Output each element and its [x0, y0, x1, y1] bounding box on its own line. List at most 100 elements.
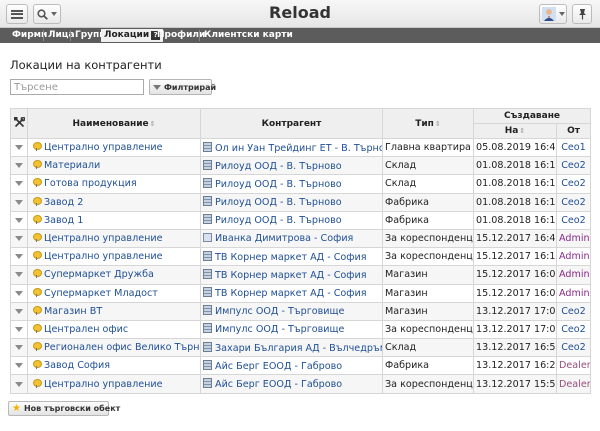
- location-cell[interactable]: Готова продукция: [27, 174, 201, 194]
- location-cell[interactable]: Материали: [27, 156, 201, 176]
- table-row[interactable]: Централно управление ТВ Корнер маркет АД …: [10, 247, 591, 267]
- location-name-link[interactable]: Супермаркет Дружба: [44, 269, 154, 280]
- row-expand-toggle[interactable]: [10, 374, 28, 394]
- counterparty-link[interactable]: Ол ин Уан Трейдинг ЕТ - В. Търново: [215, 143, 382, 154]
- row-expand-toggle[interactable]: [10, 156, 28, 176]
- location-name-link[interactable]: Централно управление: [44, 379, 163, 390]
- row-expand-toggle[interactable]: [10, 137, 28, 158]
- table-row[interactable]: Завод София Айс Берг ЕООД - Габрово Фабрик…: [10, 356, 591, 376]
- row-expand-toggle[interactable]: [10, 283, 28, 303]
- location-name-link[interactable]: Централно управление: [44, 142, 163, 153]
- row-expand-toggle[interactable]: [10, 228, 28, 249]
- table-row[interactable]: Магазин ВТ Импулс ООД - Търговище Магазин 1…: [10, 301, 591, 321]
- created-by-link[interactable]: Admin: [556, 265, 591, 285]
- type-column-header[interactable]: Тип⇕: [382, 108, 474, 139]
- search-input[interactable]: [10, 79, 144, 95]
- counterparty-cell[interactable]: ТВ Корнер маркет АД - София: [200, 283, 383, 303]
- counterparty-link[interactable]: ТВ Корнер маркет АД - София: [215, 288, 367, 299]
- location-cell[interactable]: Централно управление: [27, 137, 201, 158]
- location-name-link[interactable]: Завод 2: [44, 197, 83, 208]
- counterparty-link[interactable]: Рилоуд ООД - В. Търново: [215, 161, 342, 172]
- counterparty-link[interactable]: ТВ Корнер маркет АД - София: [215, 252, 367, 263]
- counterparty-cell[interactable]: Айс Берг ЕООД - Габрово: [200, 356, 383, 376]
- row-expand-toggle[interactable]: [10, 210, 28, 230]
- counterparty-link[interactable]: Иванка Димитрова - София: [215, 233, 353, 244]
- created-by-link[interactable]: Ceo2: [556, 319, 591, 340]
- table-row[interactable]: Завод 1 Рилоуд ООД - В. Търново Фабрика 01.…: [10, 210, 591, 230]
- counterparty-cell[interactable]: Импулс ООД - Търговище: [200, 319, 383, 340]
- filter-button[interactable]: Филтрирай: [149, 79, 216, 95]
- counterparty-cell[interactable]: Рилоуд ООД - В. Търново: [200, 156, 383, 176]
- row-expand-toggle[interactable]: [10, 319, 28, 340]
- counterparty-cell[interactable]: ТВ Корнер маркет АД - София: [200, 265, 383, 285]
- location-name-link[interactable]: Магазин ВТ: [44, 306, 102, 317]
- created-by-link[interactable]: Dealer: [556, 374, 591, 394]
- location-name-link[interactable]: Централно управление: [44, 233, 163, 244]
- created-by-link[interactable]: Admin: [556, 247, 591, 267]
- location-cell[interactable]: Магазин ВТ: [27, 301, 201, 321]
- location-cell[interactable]: Централно управление: [27, 228, 201, 249]
- row-expand-toggle[interactable]: [10, 247, 28, 267]
- created-by-link[interactable]: Ceo2: [556, 338, 591, 358]
- counterparty-link[interactable]: Импулс ООД - Търговище: [215, 306, 344, 317]
- counterparty-link[interactable]: Рилоуд ООД - В. Търново: [215, 215, 342, 226]
- location-name-link[interactable]: Централен офис: [44, 324, 128, 335]
- user-menu-button[interactable]: [539, 4, 567, 24]
- table-row[interactable]: Материали Рилоуд ООД - В. Търново Склад 01.…: [10, 156, 591, 176]
- counterparty-link[interactable]: Айс Берг ЕООД - Габрово: [215, 361, 342, 372]
- location-name-link[interactable]: Завод София: [44, 360, 110, 371]
- row-expand-toggle[interactable]: [10, 265, 28, 285]
- counterparty-link[interactable]: ТВ Корнер маркет АД - София: [215, 270, 367, 281]
- name-column-header[interactable]: Наименование⇕: [27, 108, 201, 139]
- row-expand-toggle[interactable]: [10, 192, 28, 212]
- created-on-column-header[interactable]: На⇕: [473, 123, 557, 139]
- location-name-link[interactable]: Готова продукция: [44, 178, 137, 189]
- counterparty-link[interactable]: Захари България АД - Вълчедръм: [215, 343, 382, 354]
- location-cell[interactable]: Завод 2: [27, 192, 201, 212]
- counterparty-cell[interactable]: Рилоуд ООД - В. Търново: [200, 174, 383, 194]
- row-expand-toggle[interactable]: [10, 301, 28, 321]
- created-by-link[interactable]: Ceo1: [556, 137, 591, 158]
- row-expand-toggle[interactable]: [10, 356, 28, 376]
- counterparty-cell[interactable]: Айс Берг ЕООД - Габрово: [200, 374, 383, 394]
- location-name-link[interactable]: Завод 1: [44, 215, 83, 226]
- location-name-link[interactable]: Централно управление: [44, 251, 163, 262]
- counterparty-link[interactable]: Импулс ООД - Търговище: [215, 324, 344, 335]
- counterparty-cell[interactable]: Захари България АД - Вълчедръм: [200, 338, 383, 358]
- created-by-link[interactable]: Admin: [556, 228, 591, 249]
- location-cell[interactable]: Завод София: [27, 356, 201, 376]
- pin-button[interactable]: [572, 4, 592, 24]
- location-name-link[interactable]: Регионален офис Велико Търново: [44, 342, 200, 353]
- counterparty-cell[interactable]: Ол ин Уан Трейдинг ЕТ - В. Търново: [200, 137, 383, 158]
- table-row[interactable]: Централно управление Айс Берг ЕООД - Габр…: [10, 374, 591, 394]
- tools-header[interactable]: [10, 108, 28, 139]
- counterparty-cell[interactable]: Рилоуд ООД - В. Търново: [200, 210, 383, 230]
- table-row[interactable]: Готова продукция Рилоуд ООД - В. Търново С…: [10, 174, 591, 194]
- created-by-link[interactable]: Ceo2: [556, 210, 591, 230]
- table-row[interactable]: Централно управление Ол ин Уан Трейдинг Е…: [10, 137, 591, 158]
- location-cell[interactable]: Супермаркет Младост: [27, 283, 201, 303]
- location-cell[interactable]: Централно управление: [27, 247, 201, 267]
- new-location-button[interactable]: ★ Нов търговски обект: [8, 401, 120, 416]
- location-name-link[interactable]: Материали: [44, 160, 100, 171]
- created-by-link[interactable]: Ceo2: [556, 174, 591, 194]
- counterparty-link[interactable]: Рилоуд ООД - В. Търново: [215, 197, 342, 208]
- created-by-link[interactable]: Ceo2: [556, 156, 591, 176]
- row-expand-toggle[interactable]: [10, 338, 28, 358]
- row-expand-toggle[interactable]: [10, 174, 28, 194]
- location-cell[interactable]: Супермаркет Дружба: [27, 265, 201, 285]
- counterparty-column-header[interactable]: Контрагент: [200, 108, 383, 139]
- tab-client-cards[interactable]: Клиентски карти: [201, 29, 296, 42]
- table-row[interactable]: Централен офис Импулс ООД - Търговище За к…: [10, 319, 591, 340]
- location-cell[interactable]: Централно управление: [27, 374, 201, 394]
- created-by-link[interactable]: Ceo2: [556, 192, 591, 212]
- counterparty-cell[interactable]: Иванка Димитрова - София: [200, 228, 383, 249]
- location-cell[interactable]: Регионален офис Велико Търново: [27, 338, 201, 358]
- counterparty-cell[interactable]: ТВ Корнер маркет АД - София: [200, 247, 383, 267]
- counterparty-link[interactable]: Айс Берг ЕООД - Габрово: [215, 379, 342, 390]
- location-cell[interactable]: Централен офис: [27, 319, 201, 340]
- counterparty-cell[interactable]: Рилоуд ООД - В. Търново: [200, 192, 383, 212]
- created-by-link[interactable]: Admin: [556, 283, 591, 303]
- table-row[interactable]: Супермаркет Дружба ТВ Корнер маркет АД - …: [10, 265, 591, 285]
- location-cell[interactable]: Завод 1: [27, 210, 201, 230]
